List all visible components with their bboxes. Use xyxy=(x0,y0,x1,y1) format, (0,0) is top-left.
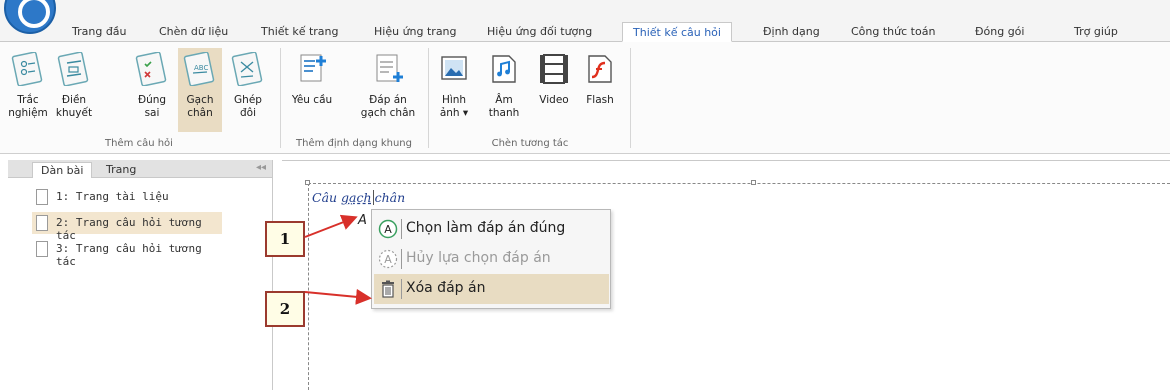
annotation-arrows xyxy=(304,214,372,305)
arrow-2 xyxy=(304,288,372,305)
arrow-1 xyxy=(304,214,358,238)
